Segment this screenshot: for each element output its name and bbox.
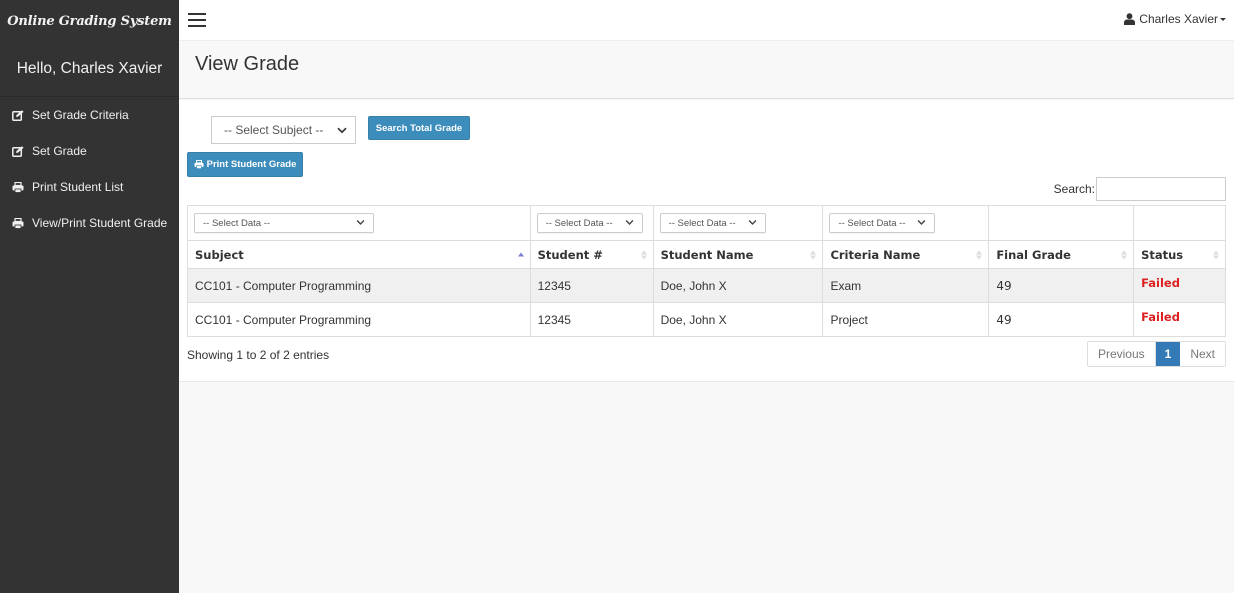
cell-subject: CC101 - Computer Programming bbox=[187, 268, 531, 303]
grades-table: -- Select Data -- -- Select Data -- -- S… bbox=[187, 205, 1226, 337]
chevron-down-icon bbox=[917, 218, 926, 229]
filter-cell-empty bbox=[988, 205, 1135, 241]
cell-status: Failed bbox=[1133, 268, 1226, 303]
print-student-grade-button[interactable]: Print Student Grade bbox=[187, 152, 303, 177]
top-navbar: Charles Xavier bbox=[179, 0, 1234, 41]
chevron-down-icon bbox=[337, 123, 347, 137]
sort-asc-icon bbox=[517, 252, 524, 257]
pagination: Previous 1 Next bbox=[1086, 341, 1226, 367]
filter-select-subject[interactable]: -- Select Data -- bbox=[194, 213, 374, 233]
chevron-down-icon bbox=[625, 218, 634, 229]
column-header-final-grade[interactable]: Final Grade bbox=[988, 240, 1135, 269]
sidebar-nav: Set Grade Criteria Set Grade Print Stude… bbox=[0, 97, 179, 241]
filter-value: -- Select Data -- bbox=[838, 217, 906, 229]
cell-student-no: 12345 bbox=[529, 268, 654, 303]
status-badge: Failed bbox=[1141, 309, 1180, 324]
filter-cell: -- Select Data -- bbox=[529, 205, 654, 241]
page-header: View Grade bbox=[179, 41, 1234, 99]
sidebar-item-label: Print Student List bbox=[32, 180, 124, 194]
subject-select[interactable]: -- Select Subject -- bbox=[211, 116, 356, 144]
print-student-grade-label: Print Student Grade bbox=[206, 159, 297, 170]
cell-final-grade: 49 bbox=[988, 268, 1135, 303]
column-label: Subject bbox=[195, 247, 244, 262]
cell-criteria: Project bbox=[822, 302, 990, 337]
grade-panel: -- Select Subject -- Search Total Grade … bbox=[179, 100, 1234, 382]
filter-cell-empty bbox=[1133, 205, 1226, 241]
sort-icon bbox=[976, 250, 983, 259]
print-icon bbox=[11, 217, 24, 229]
column-header-status[interactable]: Status bbox=[1133, 240, 1226, 269]
sidebar-item-label: Set Grade Criteria bbox=[32, 108, 129, 122]
hamburger-icon[interactable] bbox=[188, 13, 206, 27]
table-search: Search: bbox=[1054, 177, 1226, 201]
filter-value: -- Select Data -- bbox=[545, 217, 613, 229]
sidebar-item-label: View/Print Student Grade bbox=[32, 216, 168, 230]
sidebar-item-view-print-student-grade[interactable]: View/Print Student Grade bbox=[0, 205, 179, 241]
sidebar-item-label: Set Grade bbox=[32, 144, 87, 158]
sort-icon bbox=[1121, 250, 1128, 259]
pagination-next[interactable]: Next bbox=[1180, 342, 1225, 366]
cell-student-name: Doe, John X bbox=[652, 268, 824, 303]
filter-row: -- Select Data -- -- Select Data -- -- S… bbox=[187, 205, 1226, 241]
filter-cell: -- Select Data -- bbox=[187, 205, 531, 241]
sort-icon bbox=[810, 250, 817, 259]
sidebar-item-set-grade[interactable]: Set Grade bbox=[0, 133, 179, 169]
column-label: Student Name bbox=[660, 247, 754, 262]
chevron-down-icon bbox=[356, 218, 365, 229]
sort-icon bbox=[1213, 250, 1219, 259]
header-row: Subject Student # Student Name Criteria … bbox=[187, 240, 1226, 269]
filter-cell: -- Select Data -- bbox=[652, 205, 824, 241]
page-title: View Grade bbox=[195, 53, 300, 75]
caret-down-icon bbox=[1220, 18, 1226, 21]
cell-subject: CC101 - Computer Programming bbox=[187, 302, 531, 337]
edit-icon bbox=[11, 145, 24, 157]
column-header-student-no[interactable]: Student # bbox=[529, 240, 654, 269]
cell-student-name: Doe, John X bbox=[652, 302, 824, 337]
column-label: Status bbox=[1141, 247, 1184, 262]
column-label: Criteria Name bbox=[830, 247, 921, 262]
pagination-previous[interactable]: Previous bbox=[1087, 342, 1156, 366]
cell-criteria: Exam bbox=[822, 268, 990, 303]
column-header-student-name[interactable]: Student Name bbox=[652, 240, 824, 269]
sidebar: Online Grading System Hello, Charles Xav… bbox=[0, 0, 179, 593]
chevron-down-icon bbox=[748, 218, 757, 229]
cell-status: Failed bbox=[1133, 302, 1226, 337]
cell-student-no: 12345 bbox=[529, 302, 654, 337]
filter-value: -- Select Data -- bbox=[668, 217, 736, 229]
filter-select-criteria[interactable]: -- Select Data -- bbox=[829, 213, 936, 233]
filter-cell: -- Select Data -- bbox=[822, 205, 990, 241]
sort-icon bbox=[640, 250, 647, 259]
filter-select-student-name[interactable]: -- Select Data -- bbox=[659, 213, 766, 233]
sidebar-item-set-grade-criteria[interactable]: Set Grade Criteria bbox=[0, 97, 179, 133]
app-brand[interactable]: Online Grading System bbox=[0, 0, 179, 42]
search-label: Search: bbox=[1053, 182, 1095, 196]
user-menu-dropdown[interactable]: Charles Xavier bbox=[1124, 12, 1226, 26]
user-icon bbox=[1124, 13, 1136, 25]
user-name: Charles Xavier bbox=[1139, 12, 1218, 26]
cell-final-grade: 49 bbox=[988, 302, 1135, 337]
filter-value: -- Select Data -- bbox=[203, 217, 271, 229]
table-info: Showing 1 to 2 of 2 entries bbox=[187, 348, 330, 362]
subject-select-value: -- Select Subject -- bbox=[224, 123, 324, 137]
search-total-grade-button[interactable]: Search Total Grade bbox=[368, 116, 470, 140]
user-greeting: Hello, Charles Xavier bbox=[0, 42, 179, 97]
sidebar-item-print-student-list[interactable]: Print Student List bbox=[0, 169, 179, 205]
table-row: CC101 - Computer Programming 12345 Doe, … bbox=[187, 302, 1226, 337]
table-row: CC101 - Computer Programming 12345 Doe, … bbox=[187, 268, 1226, 303]
search-input[interactable] bbox=[1096, 177, 1226, 201]
pagination-page-1[interactable]: 1 bbox=[1155, 342, 1181, 366]
column-label: Student # bbox=[537, 247, 603, 262]
status-badge: Failed bbox=[1141, 275, 1180, 290]
column-header-subject[interactable]: Subject bbox=[187, 240, 531, 269]
print-icon bbox=[194, 160, 204, 169]
column-header-criteria-name[interactable]: Criteria Name bbox=[822, 240, 990, 269]
filter-select-student-no[interactable]: -- Select Data -- bbox=[536, 213, 643, 233]
print-icon bbox=[11, 181, 24, 193]
column-label: Final Grade bbox=[996, 247, 1071, 262]
edit-icon bbox=[11, 109, 24, 121]
